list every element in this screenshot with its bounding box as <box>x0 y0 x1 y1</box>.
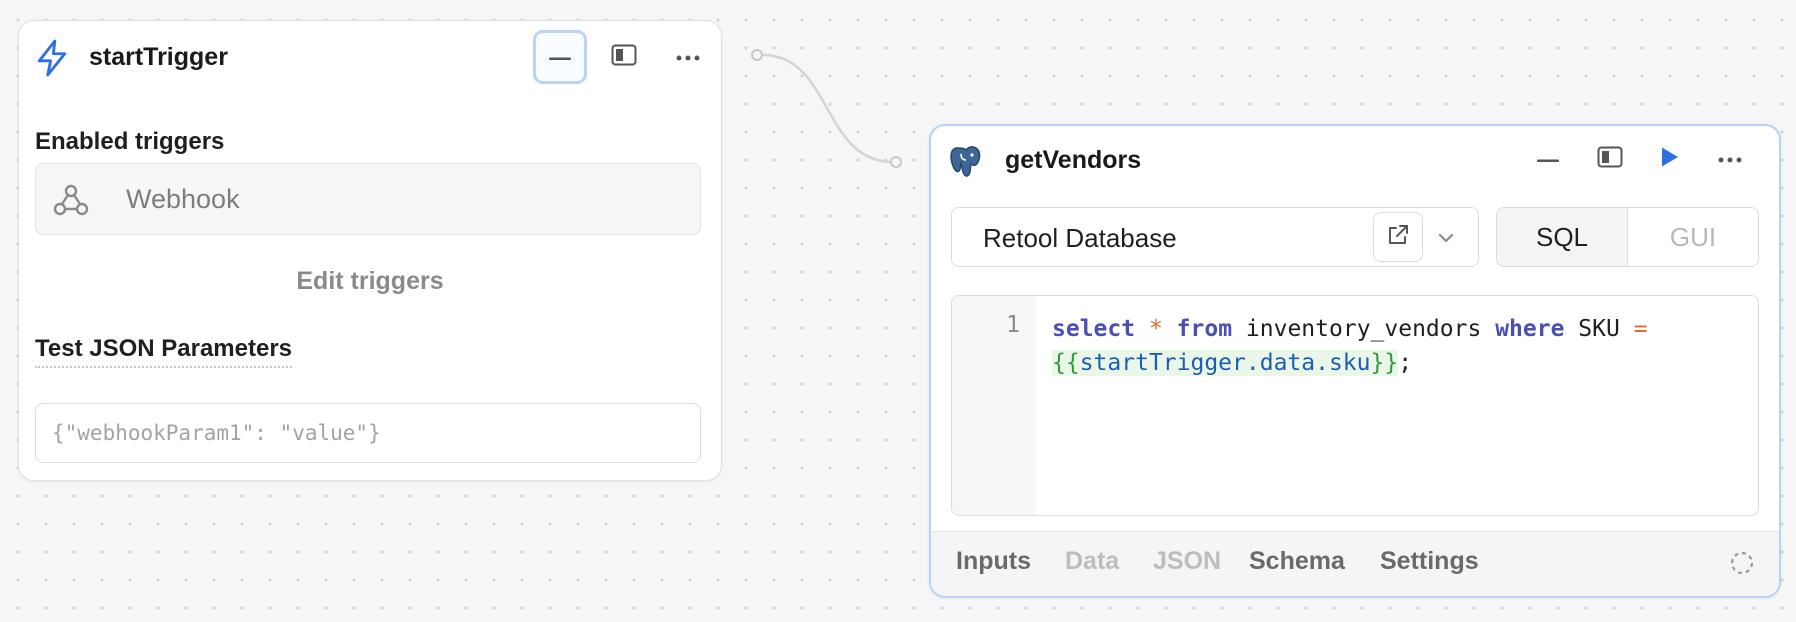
tab-inputs[interactable]: Inputs <box>956 547 1031 576</box>
code-token: }} <box>1370 350 1399 376</box>
more-options-button[interactable] <box>661 30 715 84</box>
get-vendors-header: getVendors <box>931 126 1779 198</box>
code-token: inventory_vendors <box>1245 316 1482 342</box>
more-icon <box>676 48 700 66</box>
external-link-icon <box>1386 223 1410 252</box>
more-options-button[interactable] <box>1703 132 1757 186</box>
get-vendors-block[interactable]: getVendors Retool Database SQL GUI 1 sel… <box>929 124 1781 598</box>
resource-name: Retool Database <box>983 223 1177 253</box>
line-number: 1 <box>1006 312 1020 338</box>
toggle-panel-button[interactable] <box>597 30 651 84</box>
tab-json[interactable]: JSON <box>1153 547 1221 576</box>
template-expression: {{startTrigger.data.sku}} <box>1052 350 1399 376</box>
sidebar-panel-icon <box>1597 146 1623 173</box>
start-trigger-output-port[interactable] <box>751 49 763 61</box>
sidebar-panel-icon <box>611 44 637 71</box>
run-icon <box>1660 146 1680 173</box>
block-title: startTrigger <box>89 43 228 71</box>
tab-sql[interactable]: SQL <box>1497 208 1628 266</box>
code-token: {{ <box>1052 350 1080 376</box>
code-token: = <box>1633 316 1648 342</box>
trigger-name: Webhook <box>126 184 240 214</box>
toggle-panel-button[interactable] <box>1583 132 1637 186</box>
get-vendors-input-port[interactable] <box>890 156 902 168</box>
resource-select[interactable]: Retool Database <box>951 207 1479 267</box>
editor-gutter: 1 <box>952 296 1036 515</box>
more-icon <box>1718 150 1742 168</box>
minimize-button[interactable] <box>533 30 587 84</box>
tab-data[interactable]: Data <box>1065 547 1119 576</box>
tab-settings[interactable]: Settings <box>1380 547 1479 576</box>
code-content[interactable]: select * from inventory_vendors where SK… <box>1052 312 1742 380</box>
edit-triggers-button[interactable]: Edit triggers <box>19 267 721 296</box>
code-token: startTrigger.data.sku <box>1079 350 1371 376</box>
mode-toggle[interactable]: SQL GUI <box>1496 207 1759 267</box>
code-token: * <box>1148 316 1163 342</box>
test-json-input[interactable] <box>35 403 701 463</box>
block-title: getVendors <box>1005 146 1142 174</box>
lightning-icon <box>35 39 69 82</box>
code-token: ; <box>1398 350 1413 376</box>
minimize-icon <box>1537 150 1559 168</box>
postgres-elephant-icon <box>949 144 983 185</box>
tab-gui[interactable]: GUI <box>1628 208 1758 266</box>
chevron-down-icon[interactable] <box>1436 224 1456 255</box>
code-token: where <box>1495 316 1565 342</box>
start-trigger-header: startTrigger <box>19 21 721 93</box>
loading-spinner-icon <box>1729 550 1755 581</box>
result-tabs: Inputs Data JSON Schema Settings <box>931 531 1779 596</box>
tab-schema[interactable]: Schema <box>1249 547 1345 576</box>
webhook-trigger-item[interactable]: Webhook <box>35 163 701 235</box>
start-trigger-block[interactable]: startTrigger Enabled triggers Webhook Ed… <box>18 20 722 481</box>
webhook-icon <box>52 181 90 224</box>
test-json-label: Test JSON Parameters <box>35 335 293 368</box>
run-button[interactable] <box>1643 132 1697 186</box>
open-resource-button[interactable] <box>1373 212 1423 262</box>
minimize-icon <box>549 48 571 66</box>
sql-code-editor[interactable]: 1 select * from inventory_vendors where … <box>951 295 1759 516</box>
minimize-button[interactable] <box>1521 132 1575 186</box>
code-token: SKU <box>1578 316 1620 342</box>
code-token: from <box>1176 316 1233 342</box>
code-token: select <box>1052 316 1136 342</box>
enabled-triggers-label: Enabled triggers <box>35 128 225 155</box>
